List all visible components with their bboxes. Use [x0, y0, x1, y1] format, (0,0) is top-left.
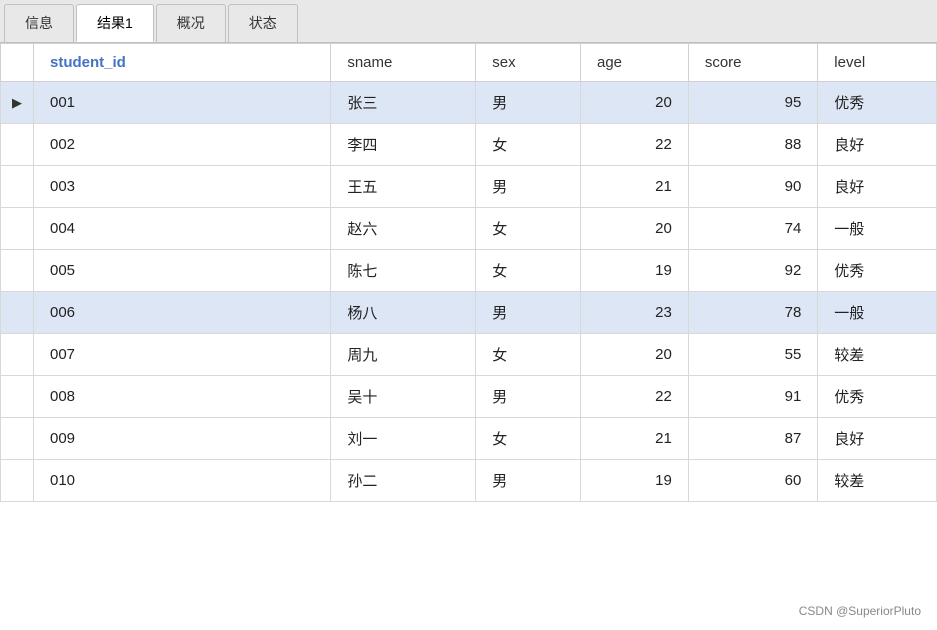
cell-sname: 杨八 — [331, 292, 476, 334]
cell-score: 60 — [688, 460, 817, 502]
cell-score: 92 — [688, 250, 817, 292]
cell-student_id: 006 — [34, 292, 331, 334]
cell-sex: 女 — [476, 334, 581, 376]
cell-age: 22 — [580, 124, 688, 166]
header-sname: sname — [331, 44, 476, 82]
table-row[interactable]: 007周九女2055较差 — [1, 334, 937, 376]
cell-student_id: 003 — [34, 166, 331, 208]
cell-age: 23 — [580, 292, 688, 334]
cell-sex: 女 — [476, 418, 581, 460]
table-row[interactable]: 004赵六女2074一般 — [1, 208, 937, 250]
cell-sex: 女 — [476, 250, 581, 292]
table-row[interactable]: 002李四女2288良好 — [1, 124, 937, 166]
tab-info[interactable]: 信息 — [4, 4, 74, 42]
cell-score: 74 — [688, 208, 817, 250]
cell-sname: 孙二 — [331, 460, 476, 502]
tab-bar: 信息结果1概况状态 — [0, 0, 937, 43]
cell-level: 优秀 — [818, 250, 937, 292]
cell-score: 90 — [688, 166, 817, 208]
cell-sex: 男 — [476, 460, 581, 502]
cell-sex: 男 — [476, 82, 581, 124]
cell-level: 优秀 — [818, 376, 937, 418]
cell-score: 78 — [688, 292, 817, 334]
table-row[interactable]: 010孙二男1960较差 — [1, 460, 937, 502]
table-row[interactable]: 006杨八男2378一般 — [1, 292, 937, 334]
cell-age: 19 — [580, 250, 688, 292]
header-score: score — [688, 44, 817, 82]
cell-level: 较差 — [818, 460, 937, 502]
cell-age: 22 — [580, 376, 688, 418]
row-indicator — [1, 460, 34, 502]
tab-overview[interactable]: 概况 — [156, 4, 226, 42]
cell-sex: 男 — [476, 376, 581, 418]
cell-student_id: 007 — [34, 334, 331, 376]
cell-student_id: 008 — [34, 376, 331, 418]
cell-score: 87 — [688, 418, 817, 460]
row-indicator — [1, 166, 34, 208]
cell-score: 91 — [688, 376, 817, 418]
cell-level: 良好 — [818, 418, 937, 460]
cell-sname: 赵六 — [331, 208, 476, 250]
cell-sname: 张三 — [331, 82, 476, 124]
cell-level: 一般 — [818, 292, 937, 334]
row-indicator — [1, 208, 34, 250]
cell-score: 55 — [688, 334, 817, 376]
cell-level: 优秀 — [818, 82, 937, 124]
cell-level: 良好 — [818, 124, 937, 166]
cell-age: 21 — [580, 418, 688, 460]
row-indicator: ▶ — [1, 82, 34, 124]
table-body: ▶001张三男2095优秀002李四女2288良好003王五男2190良好004… — [1, 82, 937, 502]
row-indicator — [1, 418, 34, 460]
cell-sex: 女 — [476, 124, 581, 166]
header-age: age — [580, 44, 688, 82]
cell-student_id: 005 — [34, 250, 331, 292]
app-container: 信息结果1概况状态 student_id sname sex age score… — [0, 0, 937, 630]
cell-sex: 男 — [476, 166, 581, 208]
table-row[interactable]: 008吴十男2291优秀 — [1, 376, 937, 418]
cell-student_id: 001 — [34, 82, 331, 124]
table-row[interactable]: 005陈七女1992优秀 — [1, 250, 937, 292]
row-indicator — [1, 124, 34, 166]
data-table: student_id sname sex age score level ▶00… — [0, 43, 937, 502]
cell-age: 20 — [580, 82, 688, 124]
cell-age: 21 — [580, 166, 688, 208]
cell-score: 95 — [688, 82, 817, 124]
header-sex: sex — [476, 44, 581, 82]
cell-level: 一般 — [818, 208, 937, 250]
cell-sname: 李四 — [331, 124, 476, 166]
cell-student_id: 010 — [34, 460, 331, 502]
table-container: student_id sname sex age score level ▶00… — [0, 43, 937, 630]
table-row[interactable]: 009刘一女2187良好 — [1, 418, 937, 460]
cell-age: 20 — [580, 208, 688, 250]
table-header: student_id sname sex age score level — [1, 44, 937, 82]
cell-sname: 陈七 — [331, 250, 476, 292]
cell-score: 88 — [688, 124, 817, 166]
row-indicator — [1, 376, 34, 418]
table-row[interactable]: ▶001张三男2095优秀 — [1, 82, 937, 124]
cell-sname: 周九 — [331, 334, 476, 376]
row-indicator — [1, 334, 34, 376]
row-indicator — [1, 250, 34, 292]
cell-sex: 男 — [476, 292, 581, 334]
cell-student_id: 009 — [34, 418, 331, 460]
tab-result1[interactable]: 结果1 — [76, 4, 154, 42]
cell-sname: 刘一 — [331, 418, 476, 460]
header-indicator — [1, 44, 34, 82]
tab-status[interactable]: 状态 — [228, 4, 298, 42]
header-student-id: student_id — [34, 44, 331, 82]
cell-sname: 王五 — [331, 166, 476, 208]
cell-age: 19 — [580, 460, 688, 502]
watermark: CSDN @SuperiorPluto — [799, 604, 921, 618]
header-level: level — [818, 44, 937, 82]
cell-sex: 女 — [476, 208, 581, 250]
header-row: student_id sname sex age score level — [1, 44, 937, 82]
cell-sname: 吴十 — [331, 376, 476, 418]
cell-student_id: 002 — [34, 124, 331, 166]
table-row[interactable]: 003王五男2190良好 — [1, 166, 937, 208]
row-indicator — [1, 292, 34, 334]
cell-level: 良好 — [818, 166, 937, 208]
cell-age: 20 — [580, 334, 688, 376]
cell-level: 较差 — [818, 334, 937, 376]
cell-student_id: 004 — [34, 208, 331, 250]
